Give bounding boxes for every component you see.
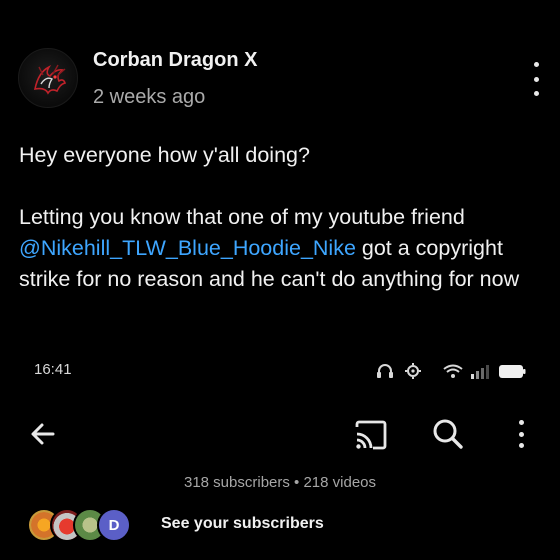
wifi-icon [443, 364, 463, 378]
battery-icon [499, 365, 526, 378]
headphones-icon [377, 364, 393, 378]
dragon-icon [33, 64, 67, 95]
cast-icon[interactable] [353, 418, 389, 452]
more-vert-icon[interactable] [524, 62, 548, 96]
channel-avatar[interactable] [18, 48, 78, 108]
more-vert-icon[interactable] [512, 420, 530, 448]
see-subscribers-link[interactable]: See your subscribers [161, 515, 324, 533]
attached-screenshot[interactable]: 16:41 318 subscribers • 218 videos D See… [0, 352, 560, 560]
post-text-prefix: Letting you know that one of my youtube … [19, 205, 465, 229]
community-post: Corban Dragon X 2 weeks ago Hey everyone… [0, 0, 560, 560]
post-time: 2 weeks ago [93, 86, 206, 108]
post-line-message: Letting you know that one of my youtube … [19, 202, 549, 295]
author-name[interactable]: Corban Dragon X [93, 49, 257, 72]
status-bar-icons [372, 360, 528, 382]
channel-stats: 318 subscribers • 218 videos [183, 474, 377, 491]
status-bar-time: 16:41 [34, 361, 72, 378]
search-icon[interactable] [430, 416, 466, 452]
mention-link[interactable]: @Nikehill_TLW_Blue_Hoodie_Nike [19, 236, 356, 260]
back-arrow-icon[interactable] [27, 418, 59, 450]
signal-icon [471, 365, 489, 379]
post-text: Hey everyone how y'all doing? Letting yo… [19, 140, 549, 295]
post-line-greeting: Hey everyone how y'all doing? [19, 143, 310, 167]
settings-icon [405, 363, 421, 379]
subscriber-avatar: D [97, 508, 131, 542]
see-subscribers-row[interactable]: D See your subscribers [27, 508, 387, 548]
